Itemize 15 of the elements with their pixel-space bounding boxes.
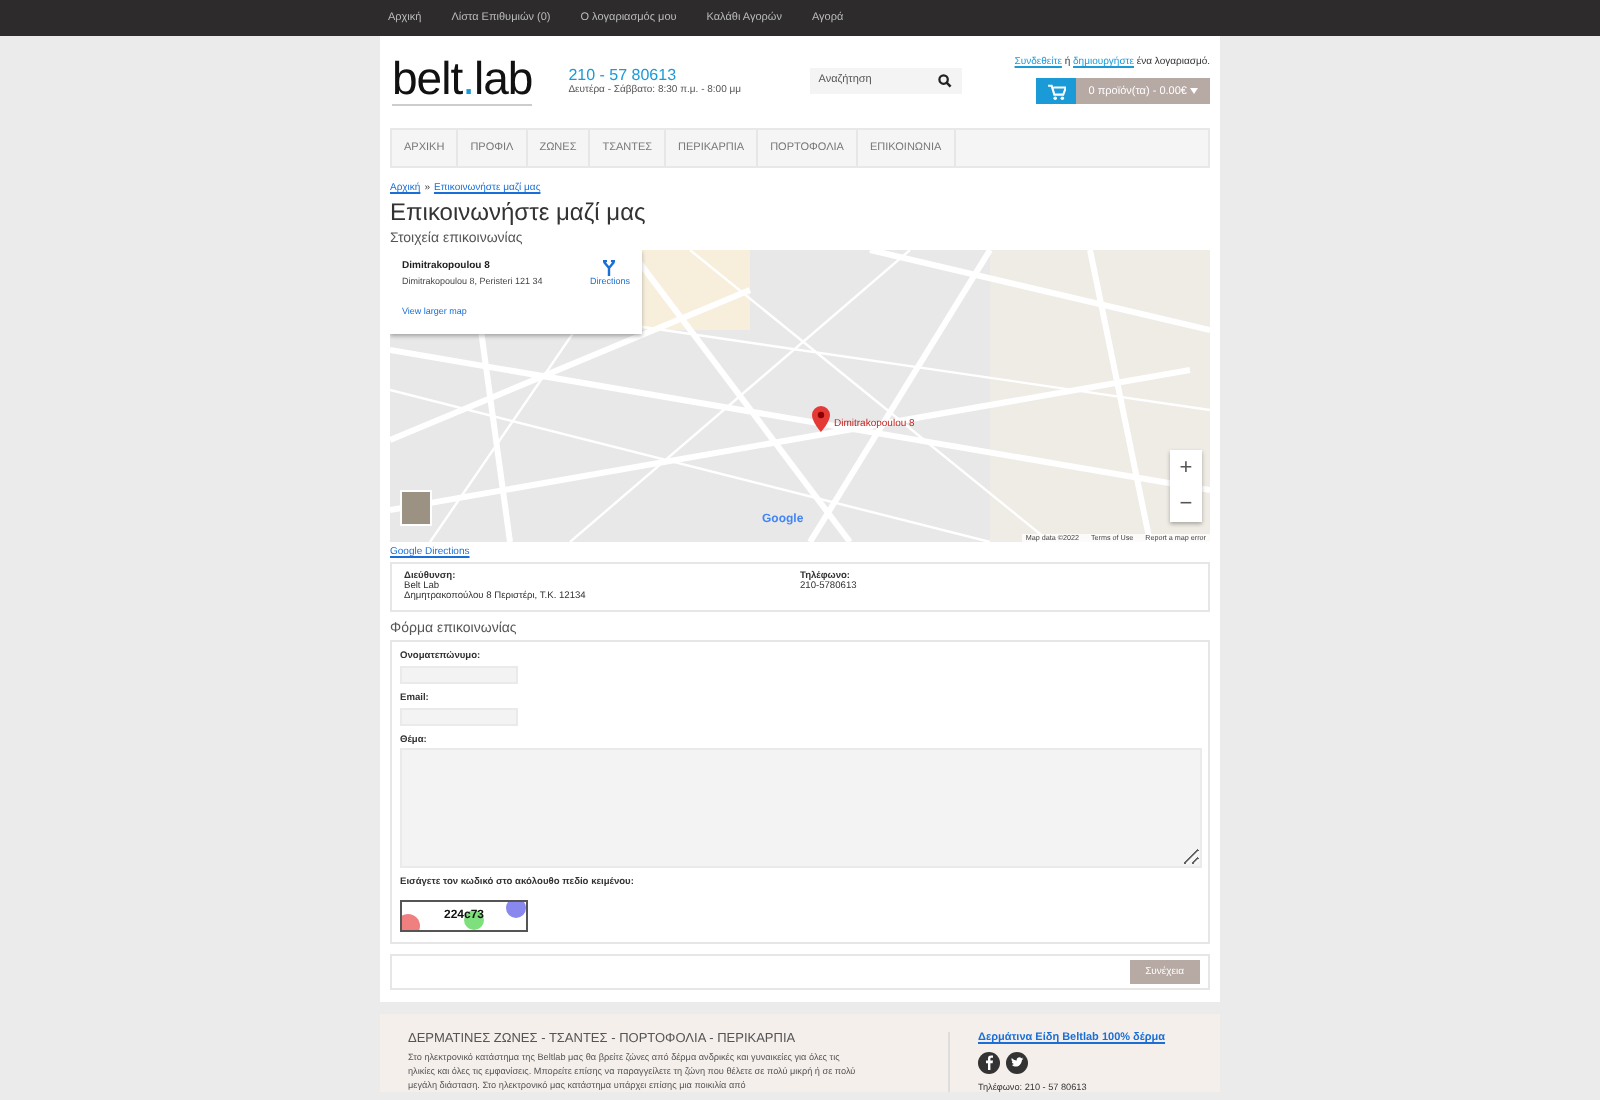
message-field[interactable]	[400, 748, 1202, 868]
zoom-out-button[interactable]: −	[1170, 486, 1202, 522]
twitter-icon[interactable]	[1006, 1052, 1028, 1074]
map-pin-icon	[812, 406, 830, 432]
facebook-icon[interactable]	[978, 1052, 1000, 1074]
caret-icon	[1190, 87, 1198, 93]
zoom-in-button[interactable]: +	[1170, 450, 1202, 486]
logo[interactable]: belt.lab	[392, 54, 533, 106]
cart-button[interactable]	[1036, 78, 1077, 104]
phone-number: 210 - 57 80613	[568, 65, 679, 83]
page-title: Επικοινωνήστε μαζί μας	[390, 198, 648, 226]
search-icon[interactable]	[938, 73, 953, 87]
directions-icon	[602, 260, 617, 276]
satellite-view-button[interactable]	[400, 490, 432, 526]
cart-icon	[1047, 83, 1066, 99]
